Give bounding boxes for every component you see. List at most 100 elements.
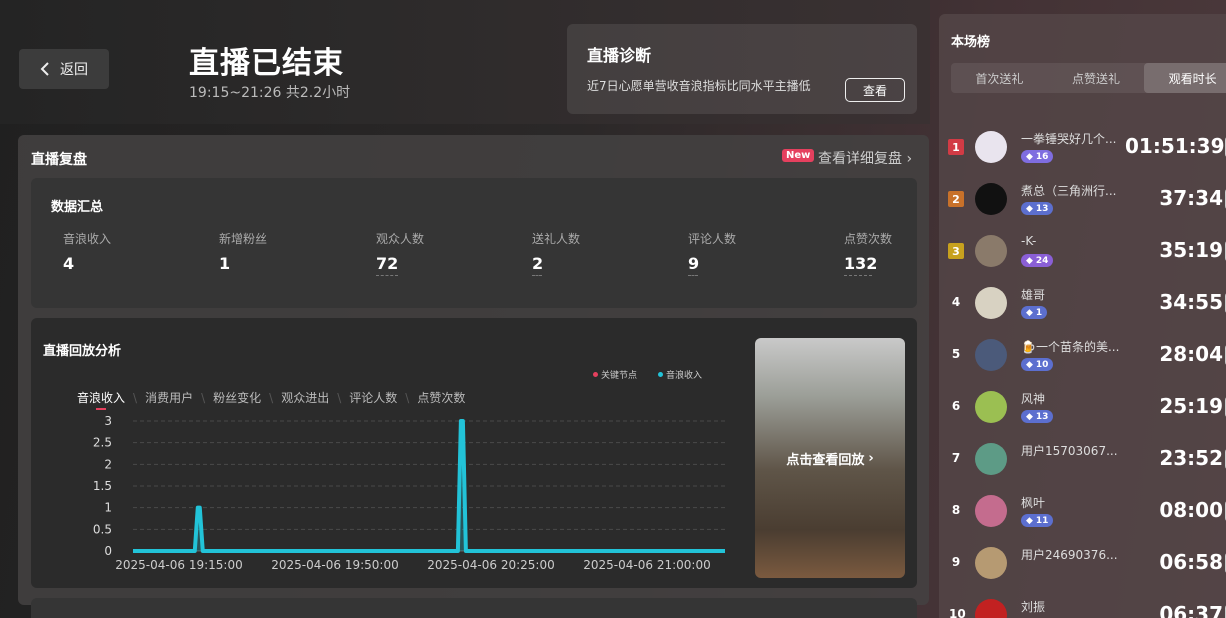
fan-level: 13 [1035, 411, 1049, 422]
y-tick-label: 3 [104, 414, 112, 428]
diagnosis-text: 近7日心愿单营收音浪指标比同水平主播低 [587, 79, 811, 93]
avatar[interactable] [975, 599, 1007, 618]
avatar[interactable] [975, 443, 1007, 475]
chevron-left-icon [40, 62, 49, 76]
rank-number: 9 [951, 555, 961, 569]
review-title: 直播复盘 [31, 152, 87, 168]
tab-fans[interactable]: 粉丝变化 [213, 389, 261, 406]
avatar[interactable] [975, 339, 1007, 371]
detail-review-label: 查看详细复盘 [818, 151, 902, 167]
tab-like-gift[interactable]: 点赞送礼 [1048, 63, 1145, 93]
stat-viewers[interactable]: 观众人数 72 [376, 230, 424, 276]
user-name: 🍺一个苗条的美... [1021, 340, 1120, 354]
fan-level: 16 [1035, 151, 1049, 162]
stat-underline [688, 275, 698, 276]
ranking-row[interactable]: 10刘振◆1206:37 [939, 595, 1226, 618]
fan-level: 13 [1035, 203, 1049, 214]
avatar[interactable] [975, 287, 1007, 319]
rank-number: 7 [951, 451, 961, 465]
user-name: 枫叶 [1021, 496, 1046, 510]
replay-title: 直播回放分析 [43, 344, 122, 359]
tab-income[interactable]: 音浪收入 [77, 389, 125, 410]
fan-level-badge: ◆ 24 [1021, 254, 1054, 267]
watch-time: 06:58 [1159, 550, 1223, 574]
metric-tabs: 音浪收入 \ 消费用户 \ 粉丝变化 \ 观众进出 \ 评论人数 \ 点赞次数 [77, 389, 466, 410]
avatar[interactable] [975, 495, 1007, 527]
tab-comments[interactable]: 评论人数 [349, 389, 397, 406]
rank-number: 8 [951, 503, 961, 517]
header-bar: 返回 直播已结束 19:15~21:26 共2.2小时 直播诊断 近7日心愿单营… [0, 0, 930, 124]
stat-value: 1 [219, 254, 231, 273]
fan-level-badge: ◆ 13 [1021, 202, 1054, 215]
ranking-row[interactable]: 1 一拳锤哭好几个... ◆ 16 01:51:39 [939, 127, 1226, 179]
tab-viewers[interactable]: 观众进出 [281, 389, 329, 406]
ranking-row[interactable]: 6 风神 ◆ 13 25:19 [939, 387, 1226, 439]
diagnosis-title: 直播诊断 [587, 46, 652, 65]
tab-first-gift[interactable]: 首次送礼 [951, 63, 1048, 93]
diamond-icon: ◆ [1026, 255, 1033, 266]
stat-label: 音浪收入 [63, 232, 112, 246]
ranking-row[interactable]: 4 雄哥 ◆ 1 34:55 [939, 283, 1226, 335]
stat-label: 新增粉丝 [219, 232, 268, 246]
avatar[interactable] [975, 391, 1007, 423]
ranking-row[interactable]: 9 用户24690376... 06:58 [939, 543, 1226, 595]
stat-gifters[interactable]: 送礼人数 2 [532, 230, 580, 276]
stat-label: 送礼人数 [532, 232, 581, 246]
rank-badge: 1 [948, 139, 964, 155]
x-tick-label: 2025-04-06 19:50:00 [271, 558, 398, 572]
legend-label: 关键节点 [601, 371, 638, 381]
fan-level-badge: ◆ 10 [1021, 358, 1054, 371]
watch-time: 35:19 [1159, 238, 1223, 262]
fan-level-badge: ◆ 1 [1021, 306, 1048, 319]
avatar[interactable] [975, 131, 1007, 163]
legend-label: 音浪收入 [666, 371, 703, 381]
user-name: 煮总（三角洲行... [1021, 184, 1117, 198]
legend-key-node: 关键节点 [593, 368, 637, 381]
watch-time: 34:55 [1159, 290, 1223, 314]
live-duration: 19:15~21:26 共2.2小时 [189, 85, 351, 101]
avatar[interactable] [975, 235, 1007, 267]
tab-likes[interactable]: 点赞次数 [417, 389, 465, 406]
stat-label: 评论人数 [688, 232, 737, 246]
stat-commenters[interactable]: 评论人数 9 [688, 230, 736, 276]
page-title: 直播已结束 [189, 46, 344, 81]
rank-badge: 3 [948, 243, 964, 259]
summary-title: 数据汇总 [51, 200, 104, 215]
user-name: 雄哥 [1021, 288, 1046, 302]
watch-time: 37:34 [1159, 186, 1223, 210]
ranking-row[interactable]: 8 枫叶 ◆ 11 08:00 [939, 491, 1226, 543]
back-button[interactable]: 返回 [19, 49, 109, 89]
user-name: 用户15703067... [1021, 444, 1118, 458]
next-card [31, 598, 917, 618]
diagnosis-view-button[interactable]: 查看 [845, 78, 905, 102]
diamond-icon: ◆ [1026, 203, 1033, 214]
avatar[interactable] [975, 547, 1007, 579]
stat-underline [532, 275, 542, 276]
playback-label: 点击查看回放 [786, 452, 865, 468]
y-tick-label: 2 [104, 457, 112, 471]
stat-underline [844, 275, 872, 276]
watch-time: 23:52 [1159, 446, 1223, 470]
ranking-row[interactable]: 2 煮总（三角洲行... ◆ 13 37:34 [939, 179, 1226, 231]
stat-value: 72 [376, 254, 399, 273]
diamond-icon: ◆ [1026, 411, 1033, 422]
rank-number: 6 [951, 399, 961, 413]
x-tick-label: 2025-04-06 19:15:00 [115, 558, 242, 572]
detail-review-link[interactable]: 查看详细复盘 › [818, 148, 912, 168]
ranking-tabs: 首次送礼 点赞送礼 观看时长 [951, 63, 1226, 93]
legend-dot [593, 372, 598, 377]
stat-likes[interactable]: 点赞次数 132 [844, 230, 892, 276]
ranking-row[interactable]: 5 🍺一个苗条的美... ◆ 10 28:04 [939, 335, 1226, 387]
tab-consumers[interactable]: 消费用户 [145, 389, 193, 406]
tab-watch-time[interactable]: 观看时长 [1144, 63, 1226, 93]
diamond-icon: ◆ [1026, 359, 1033, 370]
stat-label: 点赞次数 [844, 232, 893, 246]
watch-time: 01:51:39 [1125, 134, 1225, 158]
fan-level: 24 [1035, 255, 1049, 266]
y-tick-label: 1 [104, 501, 112, 515]
ranking-row[interactable]: 7 用户15703067... 23:52 [939, 439, 1226, 491]
ranking-row[interactable]: 3 -K- ◆ 24 35:19 [939, 231, 1226, 283]
playback-thumbnail[interactable]: 点击查看回放 › [755, 338, 905, 578]
avatar[interactable] [975, 183, 1007, 215]
user-name: 一拳锤哭好几个... [1021, 132, 1117, 146]
